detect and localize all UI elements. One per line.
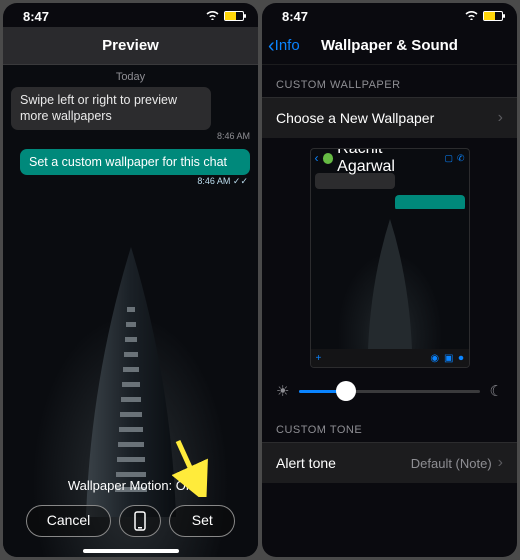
status-bar: 8:47 [262, 3, 517, 27]
brightness-slider[interactable] [299, 390, 479, 393]
contact-name: Rachit Agarwal [337, 148, 440, 176]
preview-wallpaper [311, 209, 469, 349]
set-button[interactable]: Set [169, 505, 235, 537]
phone-tilt-icon [132, 510, 148, 532]
status-bar: 8:47 [3, 3, 258, 27]
nav-bar: ‹ Info Wallpaper & Sound [262, 27, 517, 65]
call-icon: ✆ [457, 153, 465, 164]
nav-title: Wallpaper & Sound [321, 37, 458, 54]
nav-title: Preview [102, 37, 159, 54]
preview-header: ‹ Rachit Agarwal ▢ ✆ [311, 149, 469, 167]
wifi-icon [205, 9, 220, 23]
wallpaper-motion-label: Wallpaper Motion: On [3, 478, 258, 493]
status-time: 8:47 [282, 9, 308, 24]
battery-icon [483, 11, 503, 21]
brightness-slider-row: ☀ ☾ [262, 376, 517, 410]
chevron-left-icon: ‹ [268, 36, 275, 56]
alert-tone-row[interactable]: Alert tone Default (Note) › [262, 442, 517, 483]
preview-input-bar: + ◉ ▣ ⏺ [311, 349, 469, 367]
moon-icon: ☾ [490, 382, 503, 400]
mic-icon: ⏺ [459, 353, 464, 364]
video-icon: ▢ [444, 153, 453, 164]
button-row: Cancel Set [3, 505, 258, 537]
message-incoming: Swipe left or right to preview more wall… [11, 87, 211, 130]
chat-area: Today Swipe left or right to preview mor… [3, 65, 258, 193]
nav-bar: Preview [3, 27, 258, 65]
alert-tone-value: Default (Note) [411, 456, 492, 471]
avatar-icon [323, 153, 334, 164]
camera-icon: ▣ [444, 353, 453, 364]
chevron-right-icon: › [498, 109, 503, 127]
phone-right-settings: 8:47 ‹ Info Wallpaper & Sound CUSTOM WAL… [262, 3, 517, 557]
plus-icon: + [316, 353, 322, 364]
date-separator: Today [11, 71, 250, 83]
wifi-icon [464, 9, 479, 23]
message-time: 8:46 AM ✓✓ [11, 176, 250, 187]
section-header: CUSTOM WALLPAPER [262, 65, 517, 97]
wallpaper-preview-card[interactable]: ‹ Rachit Agarwal ▢ ✆ + ◉ ▣ ⏺ [310, 148, 470, 368]
back-button[interactable]: ‹ Info [268, 36, 300, 56]
back-icon: ‹ [315, 151, 319, 165]
message-time: 8:46 AM [11, 131, 250, 141]
choose-wallpaper-row[interactable]: Choose a New Wallpaper › [262, 97, 517, 138]
chevron-right-icon: › [498, 454, 503, 472]
phone-left-preview: 8:47 Preview [3, 3, 258, 557]
battery-icon [224, 11, 244, 21]
status-time: 8:47 [23, 9, 49, 24]
home-indicator[interactable] [83, 549, 179, 553]
sticker-icon: ◉ [430, 353, 439, 364]
perspective-button[interactable] [119, 505, 161, 537]
cancel-button[interactable]: Cancel [26, 505, 112, 537]
sun-icon: ☀ [276, 382, 289, 400]
message-outgoing: Set a custom wallpaper for this chat [20, 149, 250, 175]
section-header: CUSTOM TONE [262, 410, 517, 442]
